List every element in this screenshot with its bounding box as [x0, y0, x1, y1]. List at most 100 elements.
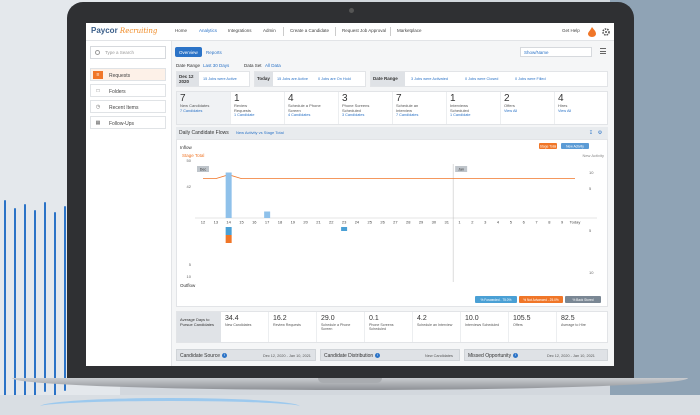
nav-divider [335, 27, 336, 36]
data-set-select[interactable]: All Data [265, 63, 281, 68]
chart-header: Daily Candidate Flows New Activity vs St… [176, 127, 608, 139]
stat-offers[interactable]: 2 Offers View All [501, 92, 555, 124]
sidebar-item-follow-ups[interactable]: ▦ Follow-Ups [90, 116, 166, 129]
sidebar: Type a Search ≡ Requests □ Folders ◷ Rec… [86, 41, 172, 366]
stat-review-requests[interactable]: 1 Review Requests 1 Candidate [231, 92, 285, 124]
info-icon[interactable]: i [222, 353, 228, 358]
tab-overview[interactable]: Overview [175, 47, 202, 57]
period-start-date: Dec 12 2020 [177, 72, 199, 86]
stat-schedule-phone-screen[interactable]: 4 Schedule a Phone Screen 4 Candidates [285, 92, 339, 124]
stat-label: Interviews Scheduled [450, 103, 469, 113]
kpi-cell: 0.1 Phone Screens Scheduled [365, 312, 413, 342]
nav-integrations[interactable]: Integrations [228, 28, 252, 33]
inflow-bar [225, 172, 232, 218]
kpi-cell: 29.0 Schedule a Phone Screen [317, 312, 365, 342]
stat-link[interactable]: 7 Candidates [396, 113, 446, 118]
kpi-number: 4.2 [417, 315, 427, 322]
stat-link[interactable]: 7 Candidates [180, 109, 230, 114]
x-tick-label: 28 [406, 220, 411, 225]
stat-link[interactable]: View All [504, 109, 554, 114]
y-tick-left: 5 [189, 262, 192, 267]
sidebar-item-label: Recent Items [109, 105, 139, 111]
download-icon[interactable]: ↧ [588, 130, 594, 136]
stat-phone-screens-scheduled[interactable]: 3 Phone Screens Scheduled 3 Candidates [339, 92, 393, 124]
stat-interviews-scheduled[interactable]: 1 Interviews Scheduled 1 Candidate [447, 92, 501, 124]
y-tick-right: 10 [589, 270, 594, 275]
x-tick-label: 26 [380, 220, 385, 225]
get-help-link[interactable]: Get Help [562, 28, 580, 33]
period-range-label: Date Range [371, 72, 405, 86]
month-marker: Dec [200, 168, 207, 172]
sidebar-item-requests[interactable]: ≡ Requests [90, 68, 166, 81]
period-date-range: Date Range 3 Jobs were Activated 0 Jobs … [370, 71, 608, 87]
stat-label: Schedule an Interview [396, 103, 419, 113]
panel-title: Candidate Distribution i [324, 353, 381, 359]
period-link[interactable]: 0 Jobs were Filled [515, 77, 546, 81]
legend-item: % Not Advanced - 25.0% [523, 298, 559, 302]
x-tick-label: 3 [484, 220, 487, 225]
nav-request-job-approval[interactable]: Request Job Approval [342, 28, 386, 33]
chart-mode-select[interactable]: New Activity vs Stage Total [236, 130, 284, 135]
outflow-bar [225, 227, 232, 235]
x-tick-label: 25 [368, 220, 373, 225]
inflow-label: Inflow [180, 145, 193, 150]
date-range-select[interactable]: Last 30 Days [203, 63, 229, 68]
kpi-number: 16.2 [273, 315, 287, 322]
kpi-label: Phone Screens Scheduled [369, 323, 394, 332]
search-input[interactable]: Type a Search [90, 46, 166, 59]
stat-link[interactable]: 4 Candidates [288, 113, 338, 118]
info-icon[interactable]: i [375, 353, 381, 358]
period-today: Today 15 Jobs are Active 0 Jobs are On H… [254, 71, 366, 87]
kpi-cell: 34.4 New Candidates [221, 312, 269, 342]
x-tick-label: 5 [510, 220, 513, 225]
period-link[interactable]: 0 Jobs are On Hold [318, 77, 351, 81]
stat-hires[interactable]: 4 Hires View All [555, 92, 609, 124]
sidebar-item-folders[interactable]: □ Folders [90, 84, 166, 97]
y-tick-right: 5 [589, 186, 592, 191]
period-link[interactable]: 0 Jobs were Closed [465, 77, 498, 81]
x-tick-label: 17 [265, 220, 270, 225]
stat-link[interactable]: 1 Candidate [450, 113, 500, 118]
x-tick-label: 18 [278, 220, 283, 225]
nav-marketplace[interactable]: Marketplace [397, 28, 422, 33]
period-link[interactable]: 15 Jobs were Active [203, 77, 237, 81]
notification-flame-icon[interactable] [588, 27, 596, 37]
missed-opportunity-panel: Missed Opportunity i Dec 12, 2020 - Jan 1… [464, 349, 608, 361]
kpi-number: 10.0 [465, 315, 479, 322]
x-tick-label: 19 [291, 220, 296, 225]
settings-gear-icon[interactable] [602, 28, 610, 36]
stat-new-candidates[interactable]: 7 New Candidates 7 Candidates [177, 92, 231, 124]
nav-analytics[interactable]: Analytics [199, 28, 217, 33]
x-tick-label: 20 [303, 220, 308, 225]
show-name-select[interactable]: Show/Name [520, 47, 592, 57]
y-tick-right: 5 [589, 228, 592, 233]
tab-reports[interactable]: Reports [202, 47, 226, 57]
period-link[interactable]: 3 Jobs were Activated [411, 77, 448, 81]
x-tick-label: 13 [214, 220, 219, 225]
stat-label: Review Requests [234, 103, 251, 113]
stat-link[interactable]: View All [558, 109, 609, 114]
x-tick-label: 14 [226, 220, 231, 225]
stat-link[interactable]: 3 Candidates [342, 113, 392, 118]
date-range-label: Date Range [176, 63, 201, 68]
stat-label: Phone Screens Scheduled [342, 103, 370, 113]
paycor-logo[interactable]: Paycor Recruiting [91, 26, 157, 35]
menu-icon[interactable] [600, 48, 606, 54]
sidebar-item-recent-items[interactable]: ◷ Recent Items [90, 100, 166, 113]
panel-range: New Candidates [425, 353, 453, 358]
nav-admin[interactable]: Admin [263, 28, 276, 33]
x-tick-label: 15 [239, 220, 244, 225]
average-days-row: Average Days to Pursue Candidates 34.4 N… [176, 311, 608, 343]
period-link[interactable]: 15 Jobs are Active [277, 77, 308, 81]
stage-total-axis-label: Stage Total [182, 153, 204, 158]
x-tick-label: 1 [458, 220, 461, 225]
nav-home[interactable]: Home [175, 28, 187, 33]
legend-item: % Back Stored [572, 298, 593, 302]
stat-link[interactable]: 1 Candidate [234, 113, 284, 118]
info-icon[interactable]: i [513, 353, 519, 358]
kpi-number: 29.0 [321, 315, 335, 322]
nav-create-candidate[interactable]: Create a Candidate [290, 28, 329, 33]
kpi-label: Review Requests [273, 323, 301, 327]
stat-schedule-interview[interactable]: 7 Schedule an Interview 7 Candidates [393, 92, 447, 124]
settings-icon[interactable]: ⚙ [597, 130, 603, 136]
